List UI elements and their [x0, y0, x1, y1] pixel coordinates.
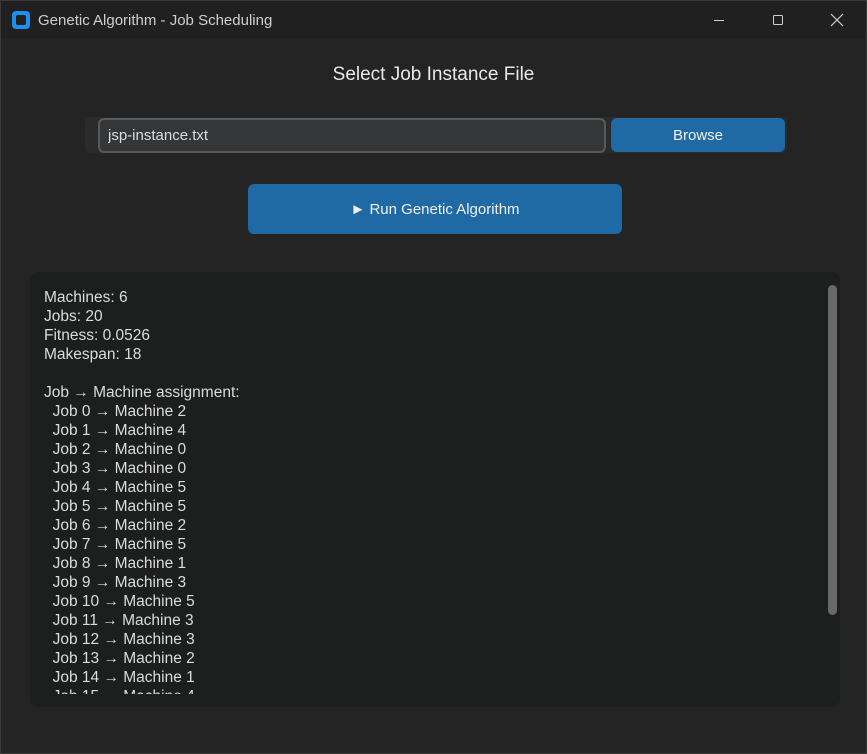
- output-line: Job 15 → Machine 4: [44, 688, 195, 694]
- output-line: Job 11 → Machine 3: [44, 612, 194, 629]
- minimize-icon: [713, 20, 724, 21]
- app-window: Genetic Algorithm - Job Scheduling Selec…: [0, 0, 867, 754]
- close-icon: [830, 13, 843, 27]
- output-line: Job 1 → Machine 4: [44, 422, 187, 439]
- close-button[interactable]: [807, 1, 866, 39]
- output-line: Fitness: 0.0526: [44, 327, 150, 344]
- output-line: Job → Machine assignment:: [44, 384, 240, 401]
- output-line: Job 0 → Machine 2: [44, 403, 187, 420]
- output-line: Job 10 → Machine 5: [44, 593, 195, 610]
- output-line: Job 7 → Machine 5: [44, 536, 187, 553]
- page-heading: Select Job Instance File: [332, 64, 535, 85]
- file-path-input[interactable]: [98, 118, 606, 153]
- output-line: Job 2 → Machine 0: [44, 441, 187, 458]
- output-scrollbar[interactable]: [828, 285, 837, 615]
- output-line: Job 6 → Machine 2: [44, 517, 187, 534]
- output-line: Job 3 → Machine 0: [44, 460, 187, 477]
- output-textbox[interactable]: Machines: 6 Jobs: 20 Fitness: 0.0526 Mak…: [30, 272, 840, 707]
- window-controls: [689, 1, 866, 39]
- maximize-icon: [772, 15, 783, 25]
- app-icon: [12, 11, 30, 29]
- window-title: Genetic Algorithm - Job Scheduling: [38, 11, 273, 29]
- output-line: Job 5 → Machine 5: [44, 498, 187, 515]
- title-bar[interactable]: Genetic Algorithm - Job Scheduling: [1, 1, 866, 39]
- output-line: Makespan: 18: [44, 346, 142, 363]
- output-line: Jobs: 20: [44, 308, 103, 325]
- output-line: Job 13 → Machine 2: [44, 650, 195, 667]
- browse-button[interactable]: Browse: [611, 118, 785, 152]
- output-text: Machines: 6 Jobs: 20 Fitness: 0.0526 Mak…: [44, 288, 814, 694]
- minimize-button[interactable]: [689, 1, 748, 39]
- output-line: Job 8 → Machine 1: [44, 555, 187, 572]
- output-line: Machines: 6: [44, 289, 128, 306]
- output-line: Job 14 → Machine 1: [44, 669, 195, 686]
- output-line: Job 9 → Machine 3: [44, 574, 187, 591]
- output-line: Job 12 → Machine 3: [44, 631, 195, 648]
- run-algorithm-button[interactable]: ► Run Genetic Algorithm: [248, 184, 622, 234]
- output-line: Job 4 → Machine 5: [44, 479, 187, 496]
- maximize-button[interactable]: [748, 1, 807, 39]
